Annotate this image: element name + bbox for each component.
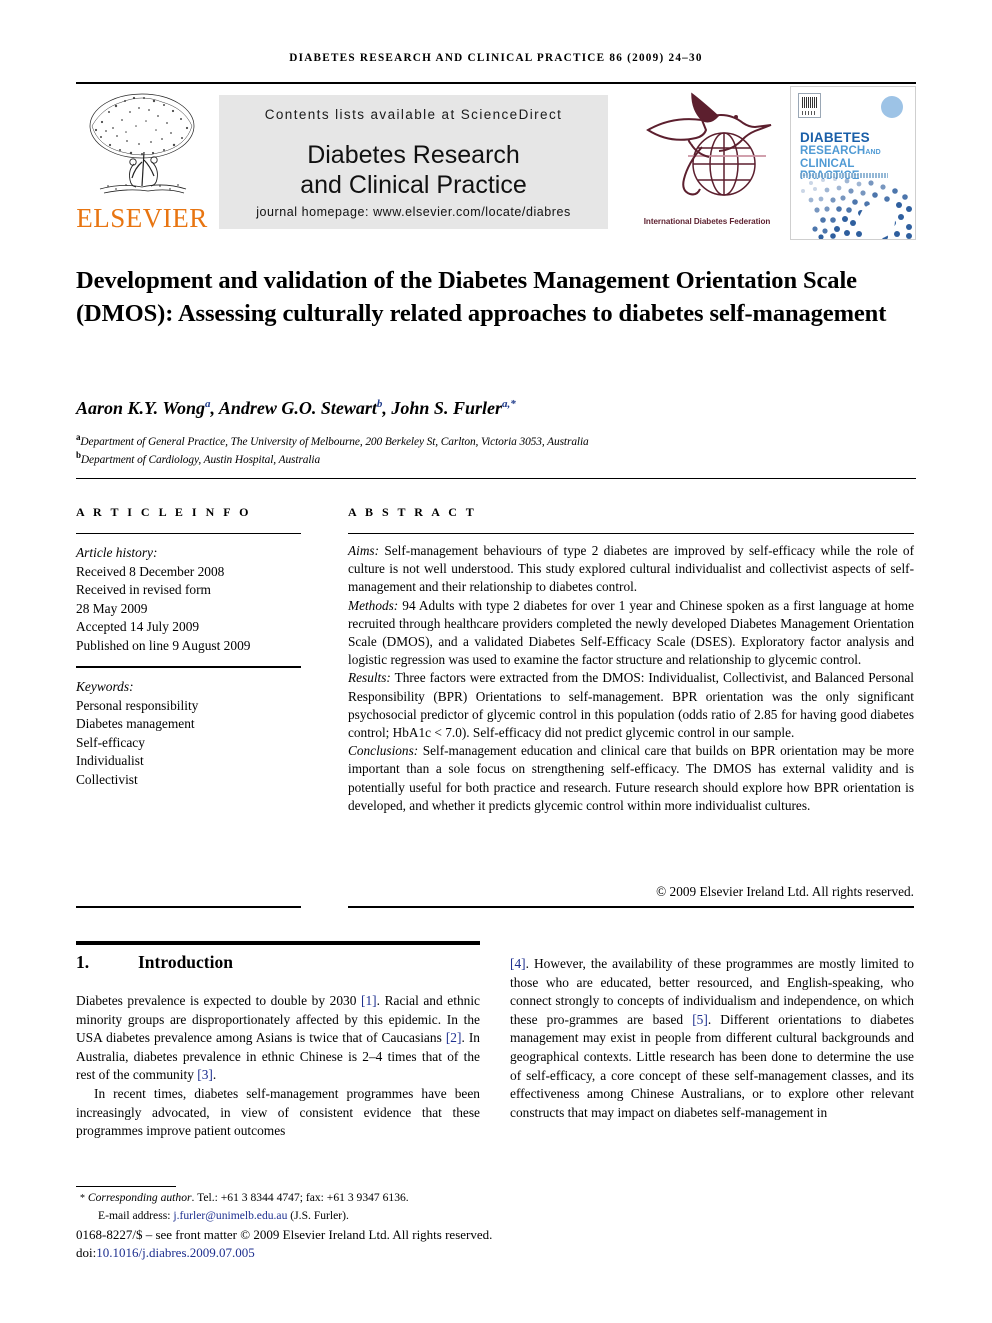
- article-page: Diabetes research and clinical practice …: [0, 0, 992, 1323]
- abstract-rule: [348, 533, 914, 534]
- article-title: Development and validation of the Diabet…: [76, 267, 887, 327]
- keywords-block: Keywords: Personal responsibility Diabet…: [76, 678, 301, 790]
- journal-homepage-link[interactable]: journal homepage: www.elsevier.com/locat…: [219, 205, 608, 219]
- cover-title-and: AND: [865, 149, 881, 156]
- intro-paragraph-1: Diabetes prevalence is expected to doubl…: [76, 992, 480, 1085]
- cover-title-line1: DIABETES: [800, 130, 870, 145]
- article-info-rule: [76, 533, 301, 534]
- citation-5[interactable]: [5]: [692, 1012, 708, 1027]
- article-info-heading: A R T I C L E I N F O: [76, 505, 252, 519]
- elsevier-logo: ELSEVIER: [76, 88, 208, 236]
- corresponding-author-label: Corresponding author: [87, 1191, 192, 1204]
- abstract-bottom-rule: [348, 906, 914, 908]
- affiliation-b: bDepartment of Cardiology, Austin Hospit…: [76, 450, 321, 466]
- abstract-heading: A B S T R A C T: [348, 505, 477, 519]
- article-info-bottom-rule: [76, 906, 301, 908]
- article-history-label: Article history:: [76, 545, 158, 560]
- abstract-aims: Aims: Self-management behaviours of type…: [348, 542, 914, 597]
- affiliation-a: aDepartment of General Practice, The Uni…: [76, 432, 589, 448]
- introduction-top-rule: [76, 941, 480, 945]
- cover-title-line2-text: RESEARCH: [800, 145, 866, 157]
- sciencedirect-box: Contents lists available at ScienceDirec…: [219, 95, 608, 229]
- abstract-results-label: Results:: [348, 670, 391, 686]
- abstract-conclusions-label: Conclusions:: [348, 743, 419, 759]
- doi-label: doi:: [76, 1245, 97, 1260]
- contents-lists-line: Contents lists available at ScienceDirec…: [264, 107, 563, 122]
- abstract-methods-text: 94 Adults with type 2 diabetes for over …: [348, 597, 914, 668]
- abstract-methods-label: Methods:: [348, 597, 399, 613]
- cover-accent-dot: [881, 96, 903, 118]
- history-item: Received 8 December 2008: [76, 563, 225, 579]
- email-link[interactable]: j.furler@unimelb.edu.au: [173, 1209, 287, 1222]
- keywords-rule: [76, 666, 301, 668]
- abstract-conclusions: Conclusions: Self-management education a…: [348, 742, 914, 815]
- email-label: E-mail address:: [98, 1208, 171, 1222]
- email-owner: (J.S. Furler).: [290, 1208, 349, 1222]
- citation-1[interactable]: [1]: [361, 993, 377, 1008]
- journal-masthead: ELSEVIER Contents lists available at Sci…: [76, 86, 916, 240]
- abstract-aims-label: Aims:: [348, 543, 380, 558]
- keyword-item: Personal responsibility: [76, 697, 199, 713]
- issn-line: 0168-8227/$ – see front matter © 2009 El…: [76, 1227, 493, 1242]
- keywords-label: Keywords:: [76, 679, 134, 694]
- abstract-conclusions-text: Self-management education and clinical c…: [348, 743, 914, 813]
- doi-link[interactable]: 10.1016/j.diabres.2009.07.005: [96, 1245, 255, 1260]
- doi-line: doi:10.1016/j.diabres.2009.07.005: [76, 1244, 546, 1262]
- abstract-results-text: Three factors were extracted from the DM…: [348, 670, 914, 741]
- abstract-body: Aims: Self-management behaviours of type…: [348, 542, 914, 815]
- citation-2[interactable]: [2]: [446, 1030, 462, 1045]
- abstract-copyright: © 2009 Elsevier Ireland Ltd. All rights …: [656, 884, 914, 899]
- history-item: Accepted 14 July 2009: [76, 619, 200, 635]
- section-number: 1.: [76, 952, 90, 972]
- section-title: Introduction: [138, 952, 233, 972]
- keyword-item: Diabetes management: [76, 716, 195, 732]
- corresponding-line: * Corresponding author. Tel.: +61 3 8344…: [76, 1190, 506, 1208]
- section-heading-introduction: 1. Introduction: [76, 952, 233, 973]
- abstract-results: Results: Three factors were extracted fr…: [348, 669, 914, 742]
- keyword-item: Self-efficacy: [76, 734, 145, 750]
- citation-3[interactable]: [3]: [197, 1067, 213, 1082]
- intro-p1-d: .: [212, 1067, 217, 1083]
- running-head: Diabetes research and clinical practice …: [289, 52, 703, 64]
- history-item: Received in revised form: [76, 582, 211, 598]
- email-line: E-mail address: j.furler@unimelb.edu.au …: [76, 1208, 506, 1225]
- header-divider-rule: [76, 478, 916, 479]
- intro-right-paragraph: [4]. However, the availability of these …: [510, 955, 914, 1122]
- history-item: 28 May 2009: [76, 600, 148, 616]
- cover-title-line2: RESEARCHAND: [800, 145, 881, 157]
- intro-left-column: Diabetes prevalence is expected to doubl…: [76, 992, 480, 1141]
- citation-4[interactable]: [4]: [510, 956, 526, 971]
- elsevier-badge-icon: [798, 93, 821, 118]
- keyword-item: Collectivist: [76, 771, 138, 787]
- elsevier-wordmark: ELSEVIER: [76, 203, 208, 233]
- masthead-top-rule: [76, 82, 916, 84]
- journal-title-line2: and Clinical Practice: [300, 171, 527, 199]
- idf-caption: International Diabetes Federation: [643, 217, 771, 226]
- abstract-methods: Methods: 94 Adults with type 2 diabetes …: [348, 597, 914, 670]
- abstract-aims-text: Self-management behaviours of type 2 dia…: [348, 543, 914, 595]
- intro-right-b: . Different orientations to diabetes man…: [510, 1011, 914, 1120]
- author-list: Aaron K.Y. Wonga, Andrew G.O. Stewartb, …: [76, 398, 516, 418]
- footnote-star: *: [80, 1193, 85, 1204]
- intro-p1-a: Diabetes prevalence is expected to doubl…: [76, 993, 362, 1008]
- corresponding-author-text: . Tel.: +61 3 8344 4747; fax: +61 3 9347…: [191, 1191, 409, 1204]
- article-history: Article history: Received 8 December 200…: [76, 544, 301, 656]
- imprint-block: 0168-8227/$ – see front matter © 2009 El…: [76, 1226, 546, 1262]
- intro-right-column: [4]. However, the availability of these …: [510, 955, 914, 1122]
- intro-paragraph-2: In recent times, diabetes self-managemen…: [76, 1085, 480, 1139]
- history-item: Published on line 9 August 2009: [76, 637, 251, 653]
- journal-title-line1: Diabetes Research: [307, 141, 520, 169]
- affiliation-a-text: Department of General Practice, The Univ…: [80, 435, 589, 448]
- cover-dot-spiral-graphic: [801, 177, 912, 239]
- elsevier-tree-icon: [89, 93, 195, 194]
- affiliation-b-text: Department of Cardiology, Austin Hospita…: [80, 453, 321, 466]
- idf-logo: International Diabetes Federation: [632, 92, 782, 232]
- footnote-rule: [76, 1186, 176, 1187]
- journal-cover-thumbnail: DIABETES RESEARCHAND CLINICAL PRACTICE: [790, 86, 916, 240]
- idf-hummingbird-globe-icon: [646, 92, 772, 196]
- corresponding-author-note: * Corresponding author. Tel.: +61 3 8344…: [76, 1190, 506, 1224]
- keyword-item: Individualist: [76, 753, 144, 769]
- journal-title: Diabetes Research and Clinical Practice: [219, 140, 608, 200]
